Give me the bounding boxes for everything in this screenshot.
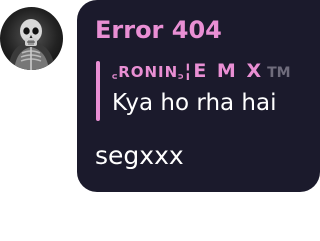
reply-author-badge: TM xyxy=(267,65,291,81)
message-text: segxxx xyxy=(95,141,184,170)
sender-name[interactable]: Error 404 xyxy=(95,16,222,44)
reply-author-name[interactable]: ꜀RONIN꜆¦E M X TM xyxy=(112,60,291,82)
reply-quote-bar xyxy=(96,61,100,121)
chat-message-row: Error 404 ꜀RONIN꜆¦E M X TM Kya ho rha hai… xyxy=(0,0,320,241)
reply-author-separator: ¦ xyxy=(184,60,194,82)
reply-author-prefix: ꜀RONIN꜆ xyxy=(112,63,185,81)
reply-author-suffix: E M X xyxy=(193,60,264,82)
avatar[interactable] xyxy=(0,7,63,70)
skull-avatar-icon xyxy=(8,19,55,70)
reply-quoted-text[interactable]: Kya ho rha hai xyxy=(112,89,276,117)
